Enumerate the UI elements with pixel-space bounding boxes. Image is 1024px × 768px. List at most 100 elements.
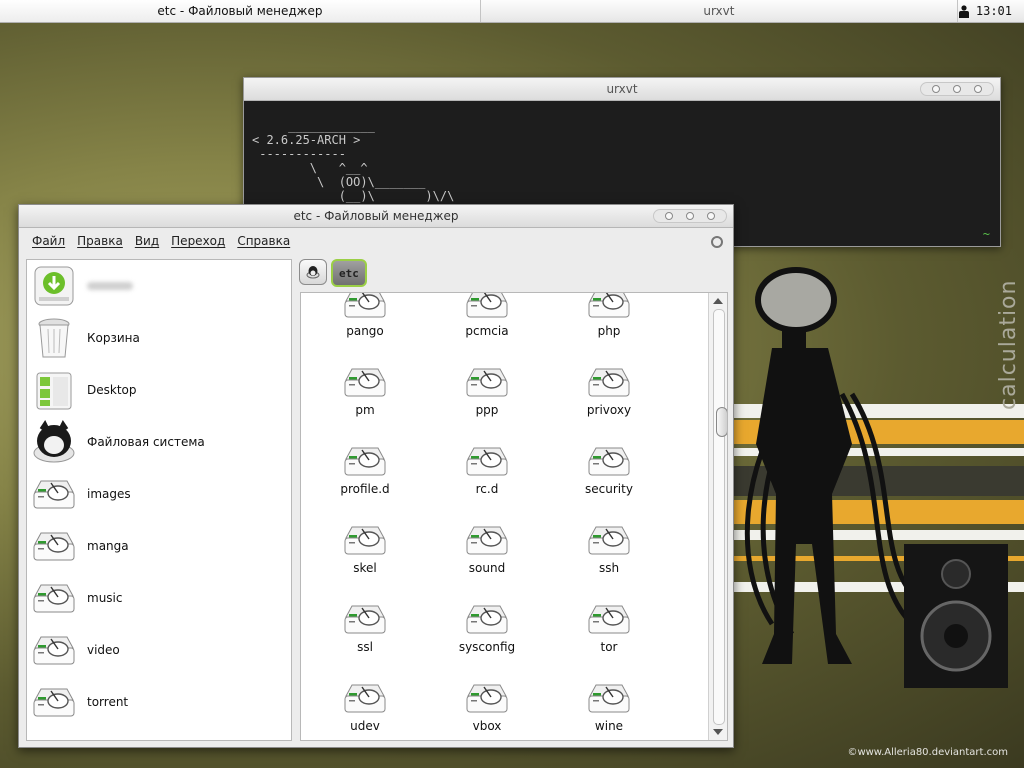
folder-icon — [588, 684, 630, 713]
sidebar-item-label: Desktop — [87, 383, 137, 397]
file-item-label: pcmcia — [465, 324, 509, 338]
wallpaper-vertical-text: calculation — [996, 279, 1021, 410]
clock[interactable]: 13:01 — [976, 4, 1012, 18]
menu-go[interactable]: Переход — [166, 232, 230, 250]
file-item-label: pango — [346, 324, 384, 338]
file-item-label: ppp — [475, 403, 499, 417]
folder-icon — [466, 293, 508, 318]
folder-icon — [466, 605, 508, 634]
taskbar-item-file-manager[interactable]: etc - Файловый менеджер — [0, 0, 481, 22]
wallpaper-signature: ©www.Alleria80.deviantart.com — [847, 747, 1008, 758]
file-item[interactable]: pango — [304, 293, 426, 358]
file-manager-title: etc - Файловый менеджер — [293, 209, 459, 223]
file-item[interactable]: udev — [304, 674, 426, 740]
folder-icon — [466, 368, 508, 397]
folder-icon — [466, 447, 508, 476]
file-item[interactable]: ssl — [304, 595, 426, 674]
file-item[interactable]: privoxy — [548, 358, 670, 437]
file-row: profile.d rc.d security — [301, 437, 707, 516]
file-row: ssl sysconfig tor — [301, 595, 707, 674]
file-item-label: udev — [350, 719, 380, 733]
folder-icon — [588, 447, 630, 476]
file-item[interactable]: php — [548, 293, 670, 358]
menu-file[interactable]: Файл — [27, 232, 70, 250]
filesystem-icon — [33, 420, 75, 463]
file-row: skel sound ssh — [301, 516, 707, 595]
file-item[interactable]: vbox — [426, 674, 548, 740]
folder-icon — [33, 636, 75, 665]
file-item-label: skel — [353, 561, 377, 575]
sidebar-item-usb-drive[interactable] — [27, 260, 291, 312]
sidebar-item-torrent[interactable]: torrent — [27, 676, 291, 728]
root-drive-icon — [306, 266, 320, 279]
file-item[interactable]: skel — [304, 516, 426, 595]
folder-icon — [588, 368, 630, 397]
file-item[interactable]: pcmcia — [426, 293, 548, 358]
file-item[interactable]: tor — [548, 595, 670, 674]
sidebar-item-music[interactable]: music — [27, 572, 291, 624]
maximize-button[interactable] — [686, 212, 694, 220]
file-item[interactable]: wine — [548, 674, 670, 740]
folder-icon — [33, 532, 75, 561]
top-panel: etc - Файловый менеджер urxvt 13:01 — [0, 0, 1024, 23]
file-item-label: php — [597, 324, 621, 338]
scroll-up-arrow-icon[interactable] — [713, 298, 723, 304]
folder-icon — [588, 605, 630, 634]
scrollbar-thumb[interactable] — [716, 407, 727, 437]
sidebar-item-label-hidden — [87, 282, 133, 290]
file-item[interactable]: ssh — [548, 516, 670, 595]
sidebar-item-manga[interactable]: manga — [27, 520, 291, 572]
file-item-label: sysconfig — [458, 640, 516, 654]
menu-view[interactable]: Вид — [130, 232, 164, 250]
file-item-label: rc.d — [475, 482, 499, 496]
scroll-down-arrow-icon[interactable] — [713, 729, 723, 735]
sidebar-item-filesystem[interactable]: Файловая система — [27, 416, 291, 468]
folder-icon — [344, 368, 386, 397]
folder-icon — [466, 526, 508, 555]
window-controls — [920, 82, 994, 96]
vertical-scrollbar[interactable] — [708, 293, 727, 740]
file-item[interactable]: ppp — [426, 358, 548, 437]
folder-icon — [344, 293, 386, 318]
scrollbar-track[interactable] — [713, 309, 727, 725]
file-item[interactable]: rc.d — [426, 437, 548, 516]
sidebar-item-video[interactable]: video — [27, 624, 291, 676]
file-manager-titlebar[interactable]: etc - Файловый менеджер — [19, 205, 733, 228]
file-item[interactable]: sound — [426, 516, 548, 595]
path-bar: etc — [299, 259, 367, 287]
minimize-button[interactable] — [932, 85, 940, 93]
folder-icon — [344, 684, 386, 713]
wallpaper-figure — [744, 267, 1008, 688]
throbber-icon — [711, 236, 723, 248]
file-item-label: ssl — [357, 640, 373, 654]
taskbar-item-urxvt[interactable]: urxvt — [481, 0, 958, 22]
file-item[interactable]: security — [548, 437, 670, 516]
minimize-button[interactable] — [665, 212, 673, 220]
close-button[interactable] — [974, 85, 982, 93]
sidebar-item-images[interactable]: images — [27, 468, 291, 520]
file-item[interactable]: pm — [304, 358, 426, 437]
terminal-titlebar[interactable]: urxvt — [244, 78, 1000, 101]
sidebar-item-trash[interactable]: Корзина — [27, 312, 291, 364]
close-button[interactable] — [707, 212, 715, 220]
file-item-label: profile.d — [340, 482, 390, 496]
sidebar-item-label: images — [87, 487, 131, 501]
person-icon[interactable] — [958, 4, 970, 18]
file-item[interactable]: sysconfig — [426, 595, 548, 674]
menu-help[interactable]: Справка — [232, 232, 295, 250]
folder-icon — [344, 447, 386, 476]
file-view[interactable]: pango pcmcia php pm ppp privoxy profile.d rc.d s… — [300, 292, 728, 741]
menu-edit[interactable]: Правка — [72, 232, 128, 250]
folder-icon — [33, 688, 75, 717]
panel-tray: 13:01 — [958, 0, 1024, 22]
path-button-root[interactable] — [299, 259, 327, 285]
path-button-etc[interactable]: etc — [331, 259, 367, 287]
maximize-button[interactable] — [953, 85, 961, 93]
sidebar-item-desktop[interactable]: Desktop — [27, 364, 291, 416]
terminal-prompt: ~ — [982, 227, 990, 241]
sidebar-item-label: Корзина — [87, 331, 140, 345]
file-item[interactable]: profile.d — [304, 437, 426, 516]
folder-icon — [344, 605, 386, 634]
file-item-label: wine — [594, 719, 624, 733]
folder-icon — [588, 526, 630, 555]
